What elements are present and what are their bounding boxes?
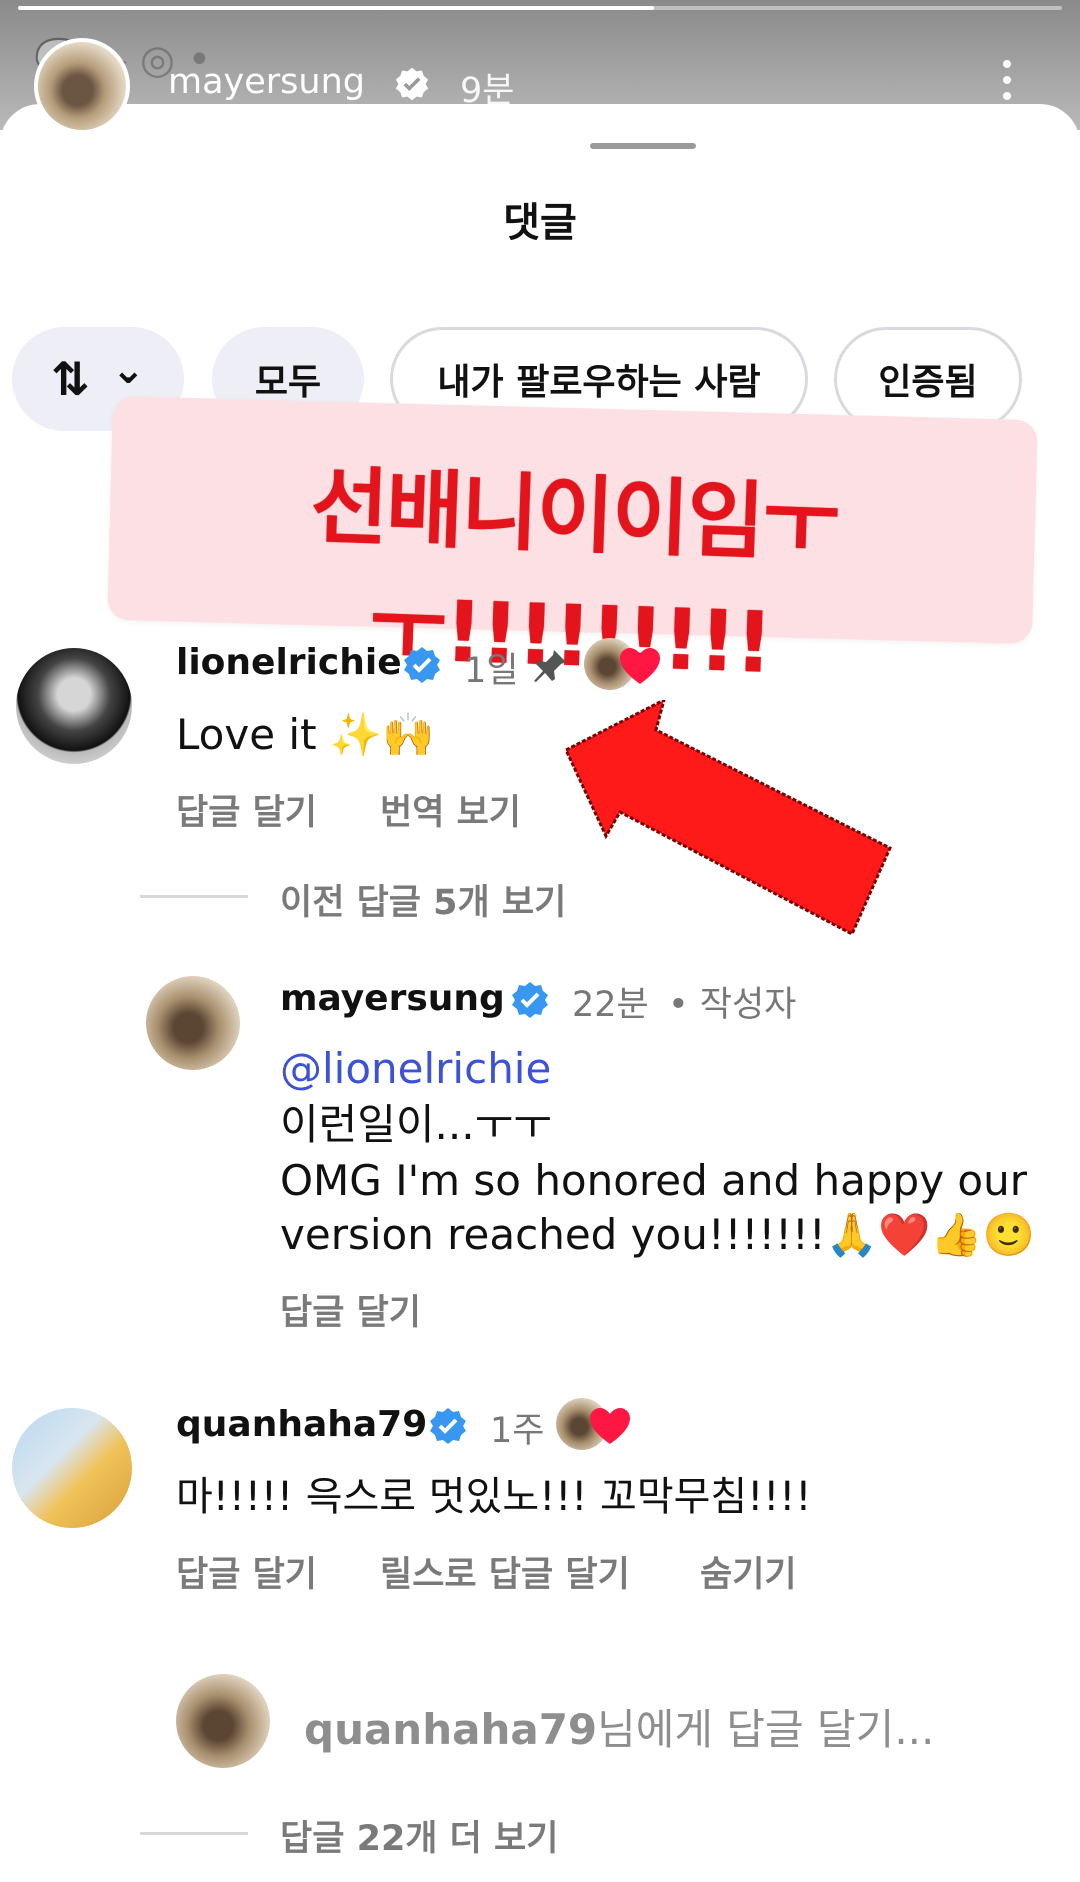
comment-line: version reached you!!!!!!!🙏❤️👍🙂 [280,1210,1035,1259]
comment-time: 22분 [572,985,649,1025]
reply-input-placeholder: 님에게 답글 달기... [597,1705,935,1754]
reply-input-user: quanhaha79 [304,1705,598,1754]
comment-text: 마!!!!! 윽스로 멋있노!!! 꼬막무침!!!! [176,1474,812,1520]
comment-username[interactable]: quanhaha79 [176,1404,427,1445]
author-tag: • 작성자 [668,985,797,1025]
avatar[interactable] [146,976,240,1070]
comment-time: 1주 [490,1411,545,1451]
story-progress-fill [18,6,654,10]
verified-badge-icon [430,1408,466,1444]
view-previous-replies[interactable]: 이전 답글 5개 보기 [280,874,566,925]
heart-icon [590,1408,630,1444]
story-avatar[interactable] [34,38,130,134]
story-time: 9분 [460,71,515,111]
sheet-grabber[interactable] [590,143,696,149]
reply-button[interactable]: 답글 달기 [176,784,317,835]
reply-input[interactable]: quanhaha79님에게 답글 달기... [304,1696,934,1757]
red-arrow-annotation [564,700,892,937]
chevron-down-icon: ⌄ [111,347,146,393]
mention-link[interactable]: @lionelrichie [280,1042,551,1096]
view-more-replies[interactable]: 답글 22개 더 보기 [280,1810,558,1861]
sheet-title: 댓글 [503,200,577,246]
reply-with-reel-button[interactable]: 릴스로 답글 달기 [380,1546,630,1597]
sort-icon: ⇅ [50,352,90,406]
verified-badge-icon [395,67,429,101]
more-vertical-icon[interactable] [1000,60,1014,106]
heart-icon [620,648,660,684]
pin-icon [534,650,566,682]
verified-badge-icon [404,647,440,683]
divider [140,1832,248,1835]
avatar [176,1674,270,1768]
hide-button[interactable]: 숨기기 [700,1546,797,1597]
verified-badge-icon [512,982,548,1018]
comment-line: 이런일이...ㅜㅜ [280,1100,552,1149]
story-username[interactable]: mayersung [168,62,365,102]
avatar[interactable] [16,648,132,764]
comment-time: 1일 [464,651,519,691]
comment-line: OMG I'm so honored and happy our [280,1156,1027,1205]
comment-username[interactable]: lionelrichie [176,642,402,683]
divider [140,895,248,898]
comment-username[interactable]: mayersung [280,978,505,1019]
avatar[interactable] [12,1408,132,1528]
reply-button[interactable]: 답글 달기 [280,1284,421,1335]
comment-text: Love it ✨🙌 [176,710,435,759]
reply-button[interactable]: 답글 달기 [176,1546,317,1597]
translate-button[interactable]: 번역 보기 [380,784,521,835]
